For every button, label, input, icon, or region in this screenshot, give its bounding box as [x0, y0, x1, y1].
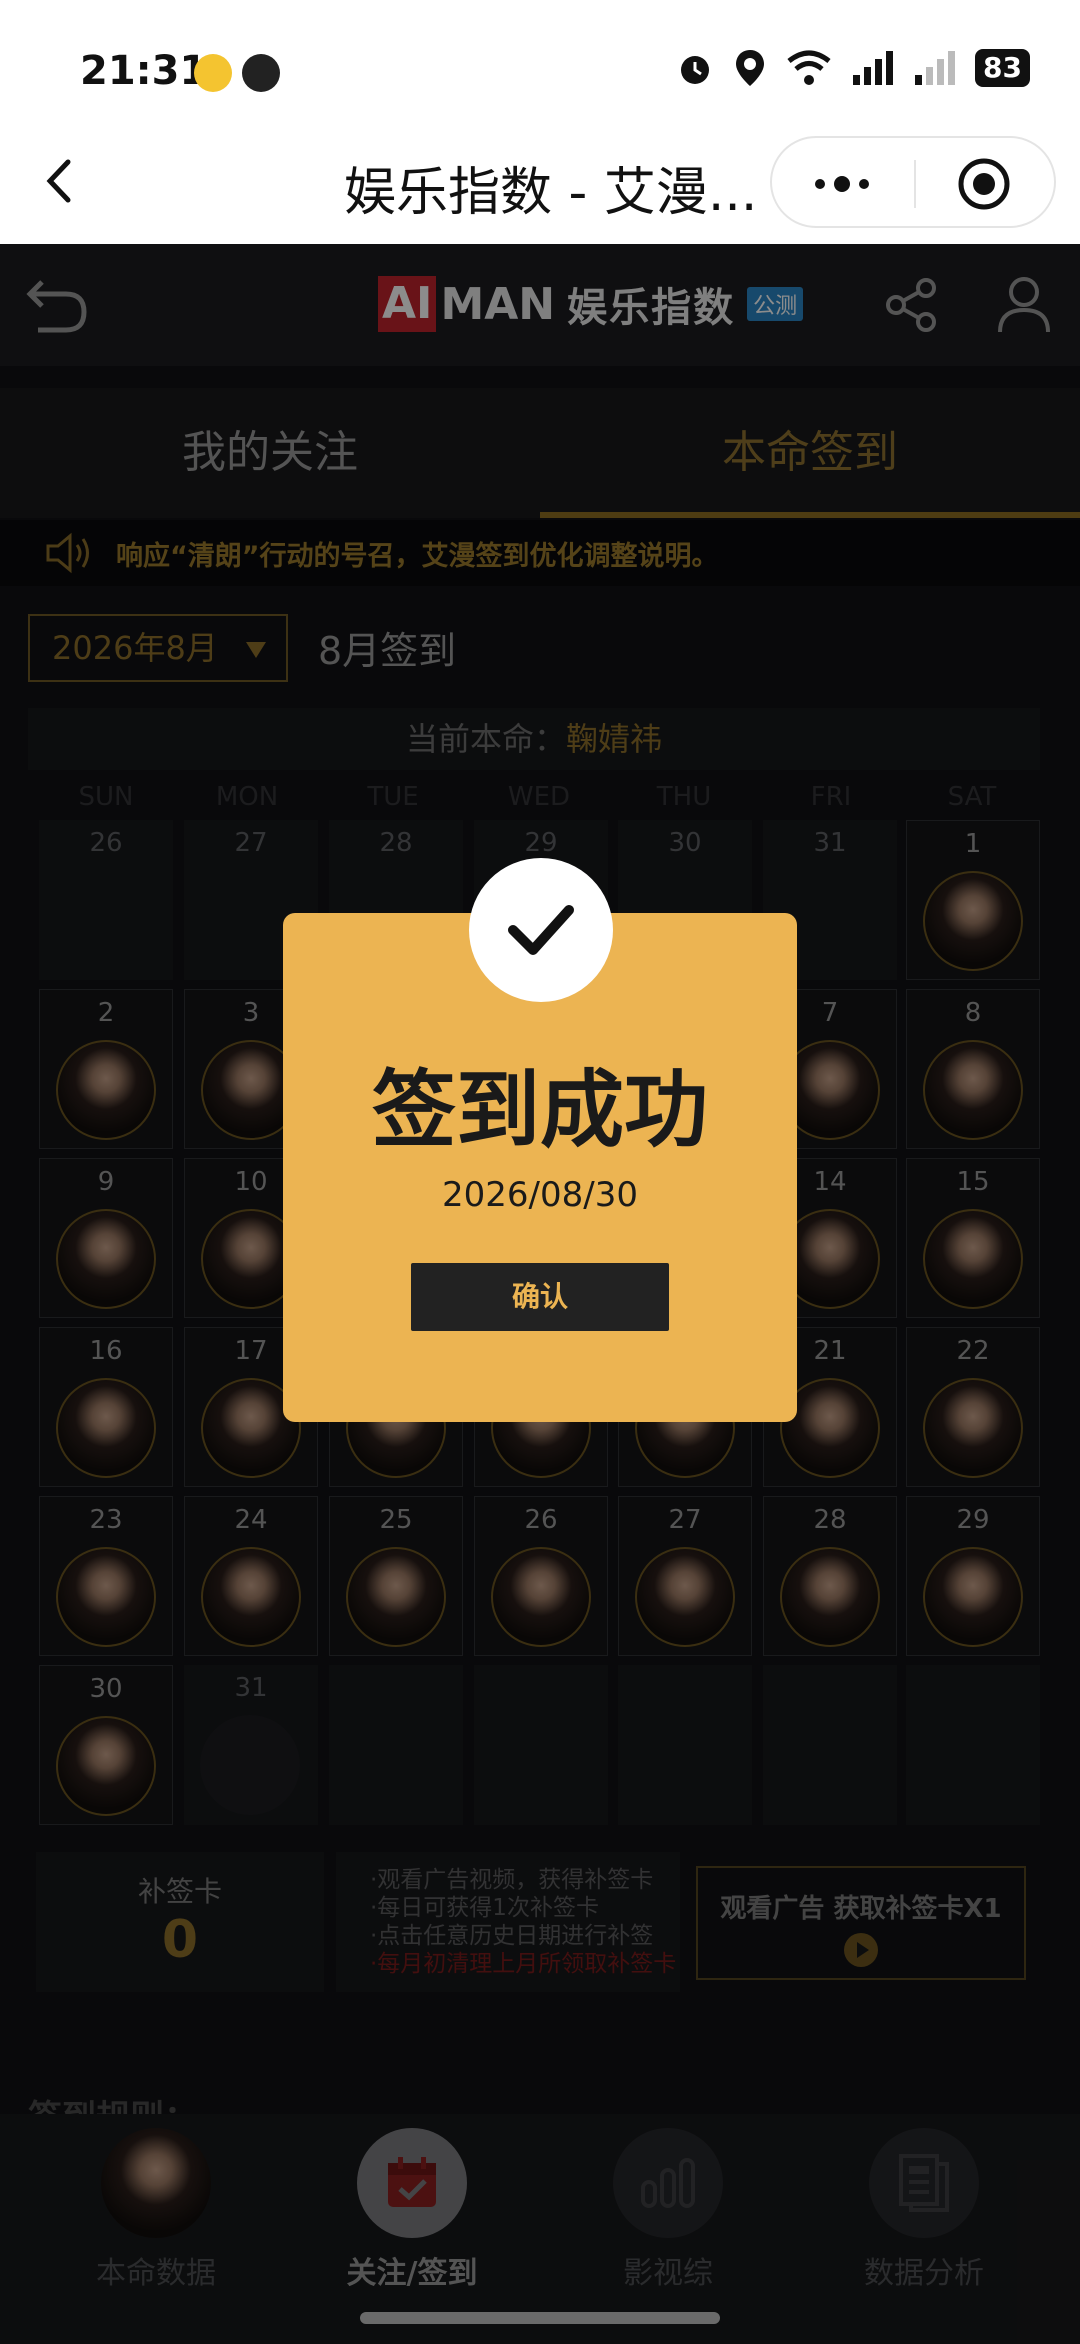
- check-circle-icon: [469, 858, 613, 1002]
- wifi-icon: [787, 50, 831, 85]
- home-indicator: [360, 2312, 720, 2324]
- battery-indicator: 83: [975, 49, 1030, 87]
- qq-icon: [242, 54, 280, 92]
- status-icons: 83: [675, 48, 1030, 88]
- close-miniprogram-icon[interactable]: [956, 156, 1012, 212]
- dialog-title: 签到成功: [371, 1061, 708, 1159]
- mini-program-header: 娱乐指数 - 艾漫...: [0, 120, 1080, 244]
- mini-program-title: 娱乐指数 - 艾漫...: [344, 163, 758, 223]
- capsule-divider: [914, 160, 916, 208]
- status-time: 21:31: [80, 48, 208, 94]
- signal2-icon: [915, 51, 956, 85]
- confirm-button[interactable]: 确认: [411, 1263, 669, 1331]
- capsule-menu: [770, 136, 1056, 228]
- back-icon[interactable]: [36, 156, 86, 206]
- more-icon[interactable]: [810, 164, 874, 204]
- alarm-icon: [681, 56, 710, 84]
- dialog-date: 2026/08/30: [442, 1175, 638, 1215]
- location-icon: [736, 50, 765, 86]
- signal-icon: [853, 51, 894, 85]
- weibo-icon: [194, 54, 232, 92]
- status-bar: 21:31 83: [0, 0, 1080, 120]
- checkin-success-dialog: 签到成功 2026/08/30 确认: [283, 858, 797, 1422]
